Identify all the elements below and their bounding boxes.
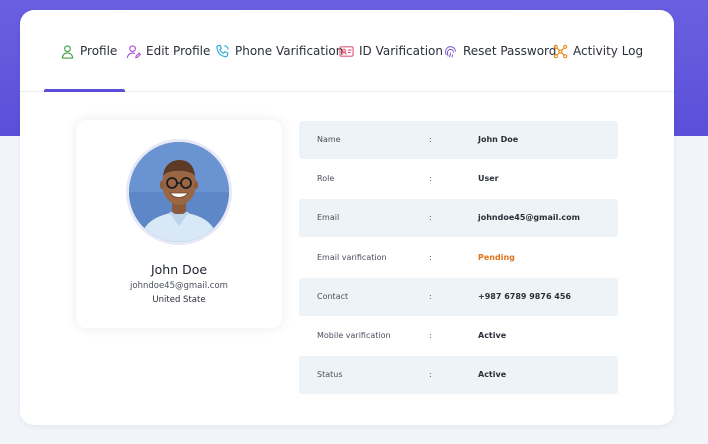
avatar (126, 139, 232, 245)
detail-row-email-varification: Email varification : Pending (299, 239, 618, 277)
tab-label: Profile (80, 44, 118, 58)
tab-label: Reset Password (463, 44, 557, 58)
tab-label: ID Varification (359, 44, 443, 58)
detail-label: Email varification (317, 252, 387, 262)
detail-value: johndoe45@gmail.com (478, 213, 580, 223)
detail-separator: : (429, 291, 432, 301)
profile-location: United State (152, 295, 206, 305)
details-table: Name : John Doe Role : User Email : john… (299, 121, 618, 395)
detail-label: Contact (317, 291, 349, 301)
detail-separator: : (429, 135, 432, 144)
detail-row-contact: Contact : +987 6789 9876 456 (299, 277, 618, 316)
detail-row-name: Name : John Doe (299, 121, 618, 159)
tab-edit-profile[interactable]: Edit Profile (126, 10, 210, 92)
detail-label: Mobile varification (317, 330, 391, 340)
activity-icon (553, 44, 568, 58)
detail-separator: : (429, 213, 432, 223)
profile-summary: John Doe johndoe45@gmail.com United Stat… (76, 120, 282, 328)
profile-email: johndoe45@gmail.com (130, 281, 228, 291)
detail-value: User (478, 174, 499, 184)
detail-separator: : (429, 370, 432, 380)
tab-activity-log[interactable]: Activity Log (553, 10, 643, 92)
detail-separator: : (429, 174, 432, 184)
detail-row-role: Role : User (299, 160, 618, 198)
profile-name: John Doe (150, 262, 208, 277)
fingerprint-icon (445, 45, 456, 58)
detail-separator: : (429, 330, 432, 340)
detail-row-email: Email : johndoe45@gmail.com (299, 199, 618, 238)
tab-bar: Profile Edit Profile Phone Varification … (20, 10, 674, 92)
detail-label: Status (317, 370, 343, 380)
id-card-icon (339, 45, 354, 57)
detail-label: Email (317, 213, 340, 223)
detail-value: Active (478, 330, 507, 340)
tab-profile[interactable]: Profile (60, 10, 117, 92)
user-edit-icon (126, 44, 141, 58)
status-badge: Pending (478, 252, 515, 262)
tab-reset-password[interactable]: Reset Password (443, 10, 556, 92)
detail-value: John Doe (478, 135, 519, 144)
profile-card: Profile Edit Profile Phone Varification … (20, 10, 674, 425)
detail-label: Name (317, 135, 341, 144)
tab-phone-varification[interactable]: Phone Varification (215, 10, 343, 92)
user-icon (61, 44, 74, 59)
tab-label: Activity Log (573, 44, 644, 58)
tab-id-varification[interactable]: ID Varification (339, 10, 443, 92)
phone-icon (216, 44, 229, 57)
detail-row-status: Status : Active (299, 356, 618, 395)
tab-label: Phone Varification (235, 44, 344, 58)
detail-value: Active (478, 370, 507, 380)
avatar-photo (129, 142, 229, 242)
active-tab-indicator (44, 89, 125, 92)
detail-label: Role (317, 174, 335, 184)
detail-row-mobile-varification: Mobile varification : Active (299, 317, 618, 355)
detail-separator: : (429, 252, 432, 262)
tab-label: Edit Profile (146, 44, 211, 58)
detail-value: +987 6789 9876 456 (478, 291, 571, 301)
